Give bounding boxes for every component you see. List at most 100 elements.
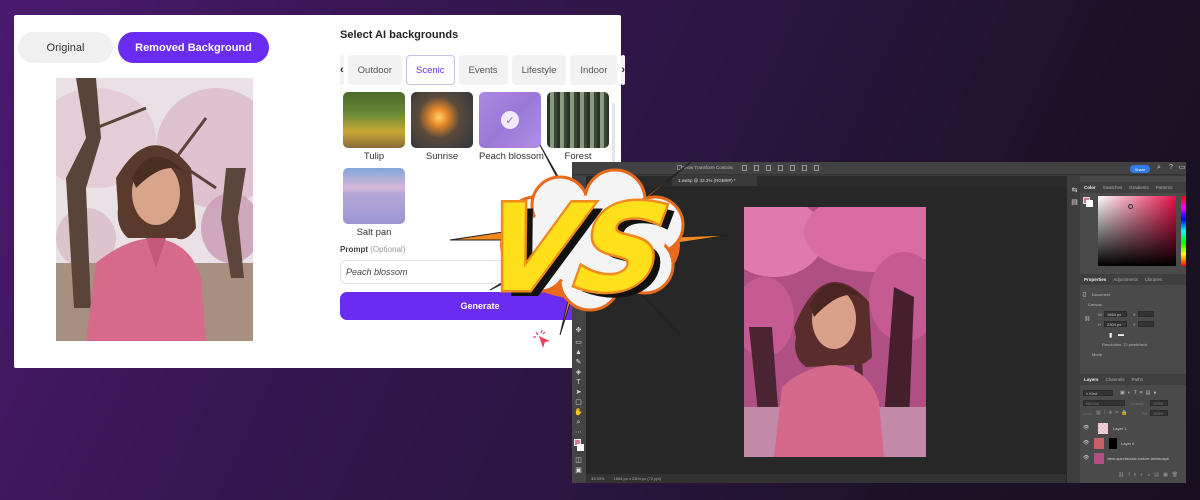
- background-label: Salt pan: [356, 227, 392, 238]
- screen-mode-icon[interactable]: ▣: [574, 466, 583, 475]
- type-tool-icon[interactable]: T: [574, 378, 583, 387]
- background-color-swatch[interactable]: [577, 444, 584, 451]
- original-toggle-button[interactable]: Original: [18, 32, 113, 63]
- category-tabs: ‹ Outdoor Scenic Events Lifestyle Indoor…: [340, 55, 626, 85]
- hue-slider[interactable]: [1181, 196, 1186, 266]
- y-field[interactable]: [1138, 321, 1154, 327]
- tab-lifestyle[interactable]: Lifestyle: [511, 55, 567, 85]
- layers-footer-icons[interactable]: ⛓fx◐◒▤▣🗑: [1118, 472, 1182, 478]
- layer-mask-thumbnail: [1109, 438, 1117, 449]
- rectangle-tool-icon[interactable]: ▢: [574, 398, 583, 407]
- layer-thumbnail: [1094, 453, 1104, 464]
- visibility-eye-icon[interactable]: 👁: [1083, 455, 1089, 461]
- triangle-tool-icon[interactable]: ▲: [574, 348, 583, 357]
- check-icon: ✓: [501, 111, 519, 129]
- tab-scenic[interactable]: Scenic: [406, 55, 455, 85]
- height-field[interactable]: 2304 px: [1104, 321, 1127, 327]
- canvas-area[interactable]: [586, 187, 1076, 474]
- canvas-section-label[interactable]: Canvas: [1088, 302, 1102, 307]
- layer-name: view-spectacular-nature-landscape: [1107, 456, 1170, 461]
- tab-indoor[interactable]: Indoor: [570, 55, 618, 85]
- document-tab[interactable]: 1.webp @ 33.3% (RGB/8#) *: [672, 176, 757, 186]
- help-icon[interactable]: ?: [1167, 164, 1175, 172]
- quick-mask-icon[interactable]: ◫: [574, 456, 583, 465]
- marquee-tool-icon[interactable]: ▭: [574, 338, 583, 347]
- x-field[interactable]: [1138, 311, 1154, 317]
- zoom-tool-icon[interactable]: ⌕: [574, 418, 583, 427]
- peach-blossom-thumbnail: ✓: [479, 92, 541, 148]
- layer-filter-icons[interactable]: ▣◐T⌗▤●: [1120, 390, 1159, 396]
- align-middle-icon[interactable]: [790, 165, 795, 171]
- background-option-forest[interactable]: Forest: [547, 92, 609, 162]
- tab-swatches[interactable]: Swatches: [1103, 182, 1123, 193]
- move-tool-icon[interactable]: ✥: [574, 326, 583, 335]
- visibility-eye-icon[interactable]: 👁: [1083, 440, 1089, 446]
- align-icons: [742, 165, 819, 171]
- share-button[interactable]: Share: [1130, 165, 1150, 173]
- comments-icon[interactable]: ▤: [1070, 198, 1079, 207]
- more-tools-icon[interactable]: ⋯: [574, 428, 583, 437]
- link-icon[interactable]: ⛓: [1084, 316, 1090, 322]
- layer-row[interactable]: 👁 Layer 1: [1080, 421, 1186, 436]
- search-icon[interactable]: ⌕: [1155, 164, 1163, 172]
- height-label: H: [1098, 322, 1101, 327]
- tab-adjustments[interactable]: Adjustments: [1113, 274, 1138, 285]
- portrait-orientation-icon[interactable]: ▮: [1109, 332, 1112, 339]
- fill-field[interactable]: 100%: [1150, 410, 1168, 416]
- history-icon[interactable]: ⇆: [1070, 186, 1079, 195]
- prompt-label: Prompt (Optional): [340, 245, 405, 254]
- subject-photo-art: [56, 78, 253, 341]
- eraser-tool-icon[interactable]: ◈: [574, 368, 583, 377]
- tab-patterns[interactable]: Patterns: [1156, 182, 1173, 193]
- tab-layers[interactable]: Layers: [1084, 374, 1099, 385]
- background-option-sunrise[interactable]: Sunrise: [411, 92, 473, 162]
- prompt-input[interactable]: Peach blossom: [340, 260, 600, 284]
- width-field[interactable]: 1664 px: [1104, 311, 1127, 317]
- tab-libraries[interactable]: Libraries: [1145, 274, 1162, 285]
- path-select-tool-icon[interactable]: ➤: [574, 388, 583, 397]
- bg-remover-card: Original Removed Background Select AI ba…: [14, 15, 626, 368]
- properties-panel-tabs: Properties Adjustments Libraries: [1080, 274, 1186, 285]
- opacity-field[interactable]: 100%: [1150, 400, 1168, 406]
- background-option-peach-blossom[interactable]: ✓ Peach blossom: [479, 92, 544, 162]
- align-center-icon[interactable]: [754, 165, 759, 171]
- background-option-tulip[interactable]: Tulip: [343, 92, 405, 162]
- landscape-orientation-icon[interactable]: ▬: [1118, 332, 1124, 338]
- align-bottom-icon[interactable]: [802, 165, 807, 171]
- brush-tool-icon[interactable]: ✎: [574, 358, 583, 367]
- tab-outdoor[interactable]: Outdoor: [347, 55, 402, 85]
- category-next-button[interactable]: ›: [621, 55, 626, 85]
- tab-channels[interactable]: Channels: [1106, 374, 1125, 385]
- tab-properties[interactable]: Properties: [1084, 274, 1106, 285]
- category-prev-button[interactable]: ‹: [340, 55, 344, 85]
- align-right-icon[interactable]: [766, 165, 771, 171]
- document-size: 1664 px x 2304 px (72 ppi): [613, 476, 661, 481]
- workspace-icon[interactable]: ▭: [1178, 164, 1186, 172]
- color-picker-field[interactable]: [1098, 196, 1176, 266]
- tab-paths[interactable]: Paths: [1132, 374, 1144, 385]
- removed-background-toggle-button[interactable]: Removed Background: [118, 32, 269, 63]
- tab-events[interactable]: Events: [458, 55, 508, 85]
- layer-filter-select[interactable]: ⌕ Kind: [1083, 390, 1113, 396]
- hand-tool-icon[interactable]: ✋: [574, 408, 583, 417]
- fill-label: Fill:: [1142, 411, 1149, 416]
- tab-gradients[interactable]: Gradients: [1129, 182, 1149, 193]
- background-option-salt-pan[interactable]: Salt pan: [343, 168, 405, 238]
- align-left-icon[interactable]: [742, 165, 747, 171]
- distribute-icon[interactable]: [814, 165, 819, 171]
- layer-row[interactable]: 👁 view-spectacular-nature-landscape: [1080, 451, 1186, 466]
- lock-icons[interactable]: ▦/✥⌗🔒: [1096, 410, 1130, 416]
- tab-color[interactable]: Color: [1084, 182, 1096, 193]
- y-label: Y: [1133, 322, 1136, 327]
- blend-mode-select[interactable]: Normal: [1083, 400, 1125, 406]
- layer-thumbnail: [1098, 423, 1108, 434]
- chevron-right-icon: ›: [621, 64, 626, 76]
- layer-row[interactable]: 👁 Layer 0: [1080, 436, 1186, 451]
- color-picker-ring[interactable]: [1128, 204, 1133, 209]
- color-background-chip[interactable]: [1086, 200, 1093, 207]
- zoom-level[interactable]: 33.33%: [591, 476, 605, 481]
- visibility-eye-icon[interactable]: 👁: [1083, 425, 1089, 431]
- photoshop-window: Show Transform Controls Share ⌕ ? ▭ 1.we…: [572, 162, 1186, 483]
- align-top-icon[interactable]: [778, 165, 783, 171]
- resolution-text: Resolution: 72 pixels/inch: [1102, 342, 1148, 347]
